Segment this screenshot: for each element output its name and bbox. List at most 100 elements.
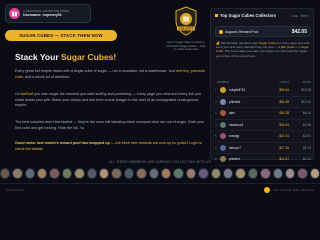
title-lead: Stack Your (15, 52, 61, 62)
intro-paragraph: Every great set empire starts with a sin… (15, 69, 205, 80)
row-member: rubydell761 (229, 88, 246, 93)
leaderboard-panel: Top Sugar Cubes Collectors LIVE · TPP ≡ … (210, 8, 314, 166)
member-avatar[interactable] (260, 168, 271, 179)
member-avatar[interactable] (222, 168, 234, 179)
member-avatar[interactable] (210, 168, 221, 179)
member-avatar[interactable] (309, 168, 320, 179)
row-member: missmue1 (229, 122, 244, 127)
row-member: phimetk (229, 99, 241, 104)
row-cubes: $17.28 (279, 145, 289, 150)
member-avatar[interactable] (185, 168, 197, 179)
p2-text-b: you earn sugar the moment you start surf… (15, 92, 202, 108)
member-avatar[interactable] (284, 168, 296, 179)
member-avatar[interactable] (235, 168, 246, 179)
member-avatar[interactable] (0, 168, 11, 179)
avatar (220, 110, 226, 117)
member-avatar[interactable] (173, 168, 184, 179)
footer-tagline-text: Surf · Promote · Earn · Dominate (272, 188, 314, 192)
reward-pool-row: August's Reward Pool $42.05 (215, 26, 311, 37)
row-member: dennyv7 (229, 145, 242, 150)
avatar (220, 144, 226, 151)
p1-text-b: , and a whole lot of ambition. (23, 74, 70, 79)
footer-tagline: Surf · Promote · Earn · Dominate (263, 186, 314, 194)
member-avatar[interactable] (61, 168, 73, 179)
col-prize: PRIZE (302, 80, 311, 84)
leaderboard-rows: 1 rubydell761 $50.84 $14.28 2 phimetk $54.48 $1… (215, 85, 311, 166)
member-avatar[interactable] (74, 168, 85, 179)
col-cubes: CUBES (279, 80, 289, 84)
avatar (220, 87, 226, 94)
row-cubes: $50.84 (279, 88, 289, 93)
footer: © AntSurf.com Surf · Promote · Earn · Do… (0, 183, 320, 195)
member-avatar[interactable] (148, 168, 159, 179)
members-strip (0, 165, 320, 182)
row-prize: $1.74 (303, 145, 311, 150)
leaderboard-row[interactable]: 2 phimetk $54.48 $12.42 (215, 97, 311, 108)
logo-icon (263, 187, 270, 193)
member-avatar[interactable] (24, 168, 36, 179)
leaderboard-row[interactable]: 5 sneagy $21.04 $2.91 (215, 131, 311, 143)
member-avatar[interactable] (12, 168, 23, 179)
member-avatar[interactable] (37, 168, 48, 179)
member-avatar[interactable] (99, 168, 110, 179)
member-avatar[interactable] (161, 168, 172, 179)
avatar (220, 133, 226, 140)
member-avatar[interactable] (198, 168, 209, 179)
good-news-paragraph: Good news: last month's reward pool has … (15, 141, 205, 152)
leaderboard-title: Top Sugar Cubes Collectors (215, 13, 276, 18)
reward-notice: 💰 New Arrivals: members earn Sugar Cubes… (216, 41, 310, 58)
row-prize: $12.42 (301, 99, 311, 104)
invite-card: A PERSONAL INVITATION FROM Username: mrp… (5, 4, 91, 23)
row-prize: $2.91 (303, 134, 311, 139)
reward-pool-label-text: August's Reward Pool (225, 29, 259, 34)
member-avatar[interactable] (111, 168, 122, 179)
row-member: alex (229, 111, 235, 116)
badge-word: COLLECT (179, 27, 193, 31)
badge-caption: Earn 5 sugar cubes to unlock a COLLECT b… (166, 41, 206, 52)
member-avatar[interactable] (272, 168, 283, 179)
leaderboard-links[interactable]: LIVE · TPP ≡ (292, 14, 309, 18)
reward-pool-amount: $42.05 (291, 28, 307, 35)
member-avatar[interactable] (136, 168, 147, 179)
invite-username: Username: mrpenny01 (23, 13, 62, 17)
row-cubes: $21.04 (279, 134, 289, 139)
p2-highlight: AntSurf (20, 92, 34, 96)
row-prize: $14.28 (301, 88, 311, 93)
stack-now-button[interactable]: SUGAR CUBES — STACK THEM NOW (5, 30, 117, 41)
row-cubes: $54.28 (279, 111, 289, 116)
coin-icon (219, 29, 223, 34)
leaderboard-row[interactable]: 1 rubydell761 $50.84 $14.28 (215, 85, 311, 97)
colonies-paragraph: The best colonies aren't the fastest — t… (15, 120, 205, 130)
member-avatar[interactable] (49, 168, 60, 179)
good-news-lead: Good news: last month's reward pool has … (15, 141, 110, 145)
title-highlight: Sugar Cubes! (60, 52, 117, 62)
member-avatar[interactable] (86, 168, 98, 179)
gift-icon (9, 8, 20, 19)
member-avatar[interactable] (247, 168, 259, 179)
collect-badge-icon[interactable]: COLLECT (174, 6, 198, 36)
leaderboard-row[interactable]: 3 alex $54.28 $6.44 (215, 108, 311, 120)
row-prize: $4.36 (303, 122, 311, 127)
row-member: sneagy (229, 134, 240, 139)
footer-copyright: © AntSurf.com (6, 188, 25, 192)
row-prize: $6.44 (303, 111, 311, 116)
col-member: MEMBER (217, 80, 230, 84)
collect-badge-area: COLLECT Earn 5 sugar cubes to unlock a C… (165, 4, 206, 56)
leaderboard-title-text: Top Sugar Cubes Collectors (220, 13, 276, 18)
row-cubes: $54.48 (279, 99, 289, 104)
avatar (220, 98, 226, 105)
reward-pool-label: August's Reward Pool (219, 29, 259, 34)
avatar (220, 121, 226, 128)
row-cubes: $34.04 (279, 122, 289, 127)
member-avatar[interactable] (297, 168, 308, 179)
p1-text-a: Every great set empire starts with a sin… (15, 69, 177, 73)
leaderboard-row[interactable]: 4 missmue1 $34.04 $4.36 (215, 120, 311, 131)
member-avatar[interactable] (123, 168, 135, 179)
antsurf-paragraph: On AntSurf you earn sugar the moment you… (15, 92, 205, 109)
leaderboard-header: MEMBER CUBES PRIZE (215, 80, 311, 84)
page-title: Stack Your Sugar Cubes! (15, 52, 116, 62)
members-strip-title: ALL THESE MEMBERS ARE ALREADY COLLECTING… (108, 160, 211, 164)
title-marker-icon (215, 14, 218, 17)
leaderboard-row[interactable]: 6 dennyv7 $17.28 $1.74 (215, 143, 311, 154)
notice-c: . The more cubes you earn, the higher yo… (216, 49, 308, 58)
